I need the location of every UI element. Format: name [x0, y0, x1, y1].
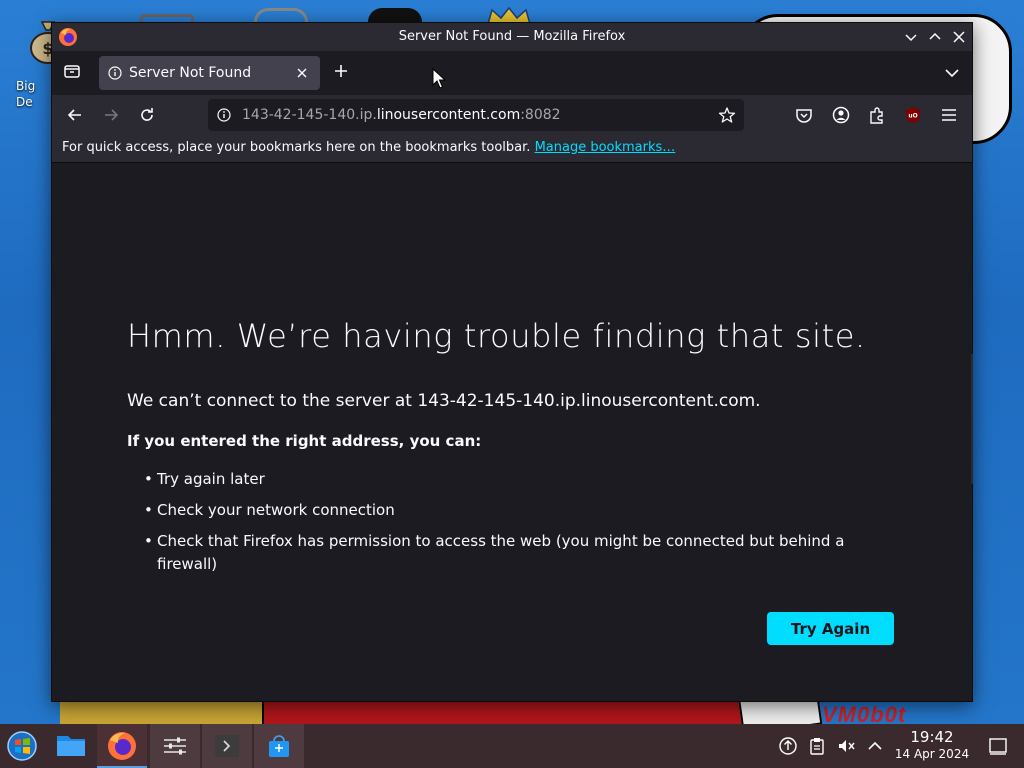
- bookmarks-hint: For quick access, place your bookmarks h…: [62, 140, 535, 155]
- manage-bookmarks-link[interactable]: Manage bookmarks…: [535, 140, 676, 155]
- firefox-view-icon[interactable]: [60, 59, 84, 83]
- tab-title: Server Not Found: [129, 65, 252, 81]
- clock-time[interactable]: 19:42: [906, 728, 958, 746]
- try-again-button[interactable]: Try Again: [767, 612, 894, 645]
- error-title: Hmm. We’re having trouble finding that s…: [127, 317, 866, 355]
- mouse-cursor-icon: [432, 68, 446, 89]
- firefox-window: Server Not Found — Mozilla Firefox Serve…: [51, 22, 973, 702]
- minimize-icon[interactable]: [902, 28, 920, 46]
- close-window-icon[interactable]: [950, 28, 968, 46]
- desktop-decoration: [254, 8, 308, 22]
- app-menu-icon[interactable]: [939, 105, 959, 125]
- bookmarks-toolbar: For quick access, place your bookmarks h…: [52, 135, 972, 163]
- taskbar-settings[interactable]: [150, 724, 200, 768]
- error-description: We can’t connect to the server at 143-42…: [127, 391, 761, 411]
- forward-icon[interactable]: [101, 105, 121, 125]
- url-domain: linousercontent.com: [376, 107, 521, 123]
- taskbar: 19:42 14 Apr 2024: [0, 724, 1024, 768]
- terminal-icon: [215, 735, 239, 757]
- new-tab-icon[interactable]: [331, 61, 351, 81]
- tab-bar: Server Not Found: [52, 51, 972, 95]
- url-prefix: 143-42-145-140.ip.: [242, 107, 377, 123]
- list-item: Check that Firefox has permission to acc…: [144, 530, 864, 576]
- tab-server-not-found[interactable]: Server Not Found: [99, 56, 320, 90]
- window-title: Server Not Found — Mozilla Firefox: [398, 29, 626, 44]
- list-item: Check your network connection: [144, 499, 864, 522]
- reload-icon[interactable]: [137, 105, 157, 125]
- url-text[interactable]: 143-42-145-140.ip.linousercontent.com:80…: [242, 99, 561, 131]
- show-desktop-icon[interactable]: [988, 736, 1008, 756]
- show-hidden-icons-icon[interactable]: [865, 736, 885, 756]
- app-store-bag-icon: [269, 735, 289, 757]
- ublock-origin-icon[interactable]: uO: [903, 105, 923, 125]
- suggestions-heading: If you entered the right address, you ca…: [127, 432, 482, 450]
- suggestions-list: Try again later Check your network conne…: [144, 468, 864, 584]
- navigation-toolbar: 143-42-145-140.ip.linousercontent.com:80…: [52, 95, 972, 135]
- bookmark-star-icon[interactable]: [718, 106, 736, 124]
- site-info-icon[interactable]: [217, 108, 231, 122]
- svg-text:uO: uO: [908, 113, 917, 120]
- volume-muted-icon[interactable]: [836, 736, 856, 756]
- account-icon[interactable]: [831, 105, 851, 125]
- start-menu-icon[interactable]: [0, 724, 46, 768]
- desktop-decoration: [262, 700, 762, 724]
- bookmarks-toolbar-message: For quick access, place your bookmarks h…: [62, 135, 675, 161]
- taskbar-terminal[interactable]: [202, 724, 252, 768]
- info-icon: [108, 66, 122, 80]
- maximize-icon[interactable]: [926, 28, 944, 46]
- error-page: Hmm. We’re having trouble finding that s…: [52, 164, 973, 701]
- back-icon[interactable]: [65, 105, 85, 125]
- network-updates-icon[interactable]: [778, 736, 798, 756]
- list-item: Try again later: [144, 468, 864, 491]
- taskbar-app-store[interactable]: [254, 724, 304, 768]
- url-bar[interactable]: 143-42-145-140.ip.linousercontent.com:80…: [208, 99, 744, 131]
- window-titlebar[interactable]: Server Not Found — Mozilla Firefox: [52, 23, 972, 51]
- firefox-icon: [108, 732, 136, 760]
- settings-sliders-icon: [164, 737, 186, 755]
- desktop-decoration: [368, 8, 422, 22]
- desktop-watermark: VM0b0t: [822, 702, 907, 724]
- taskbar-firefox[interactable]: [97, 724, 147, 768]
- clock-date[interactable]: 14 Apr 2024: [888, 747, 976, 761]
- url-port: :8082: [520, 107, 561, 123]
- clipboard-icon[interactable]: [807, 736, 827, 756]
- scrollbar[interactable]: [971, 354, 973, 484]
- file-manager-icon[interactable]: [48, 724, 94, 768]
- list-all-tabs-icon[interactable]: [942, 63, 962, 83]
- pocket-icon[interactable]: [794, 105, 814, 125]
- extensions-icon[interactable]: [867, 105, 887, 125]
- desktop-decoration: [60, 700, 265, 724]
- close-tab-icon[interactable]: [294, 65, 310, 81]
